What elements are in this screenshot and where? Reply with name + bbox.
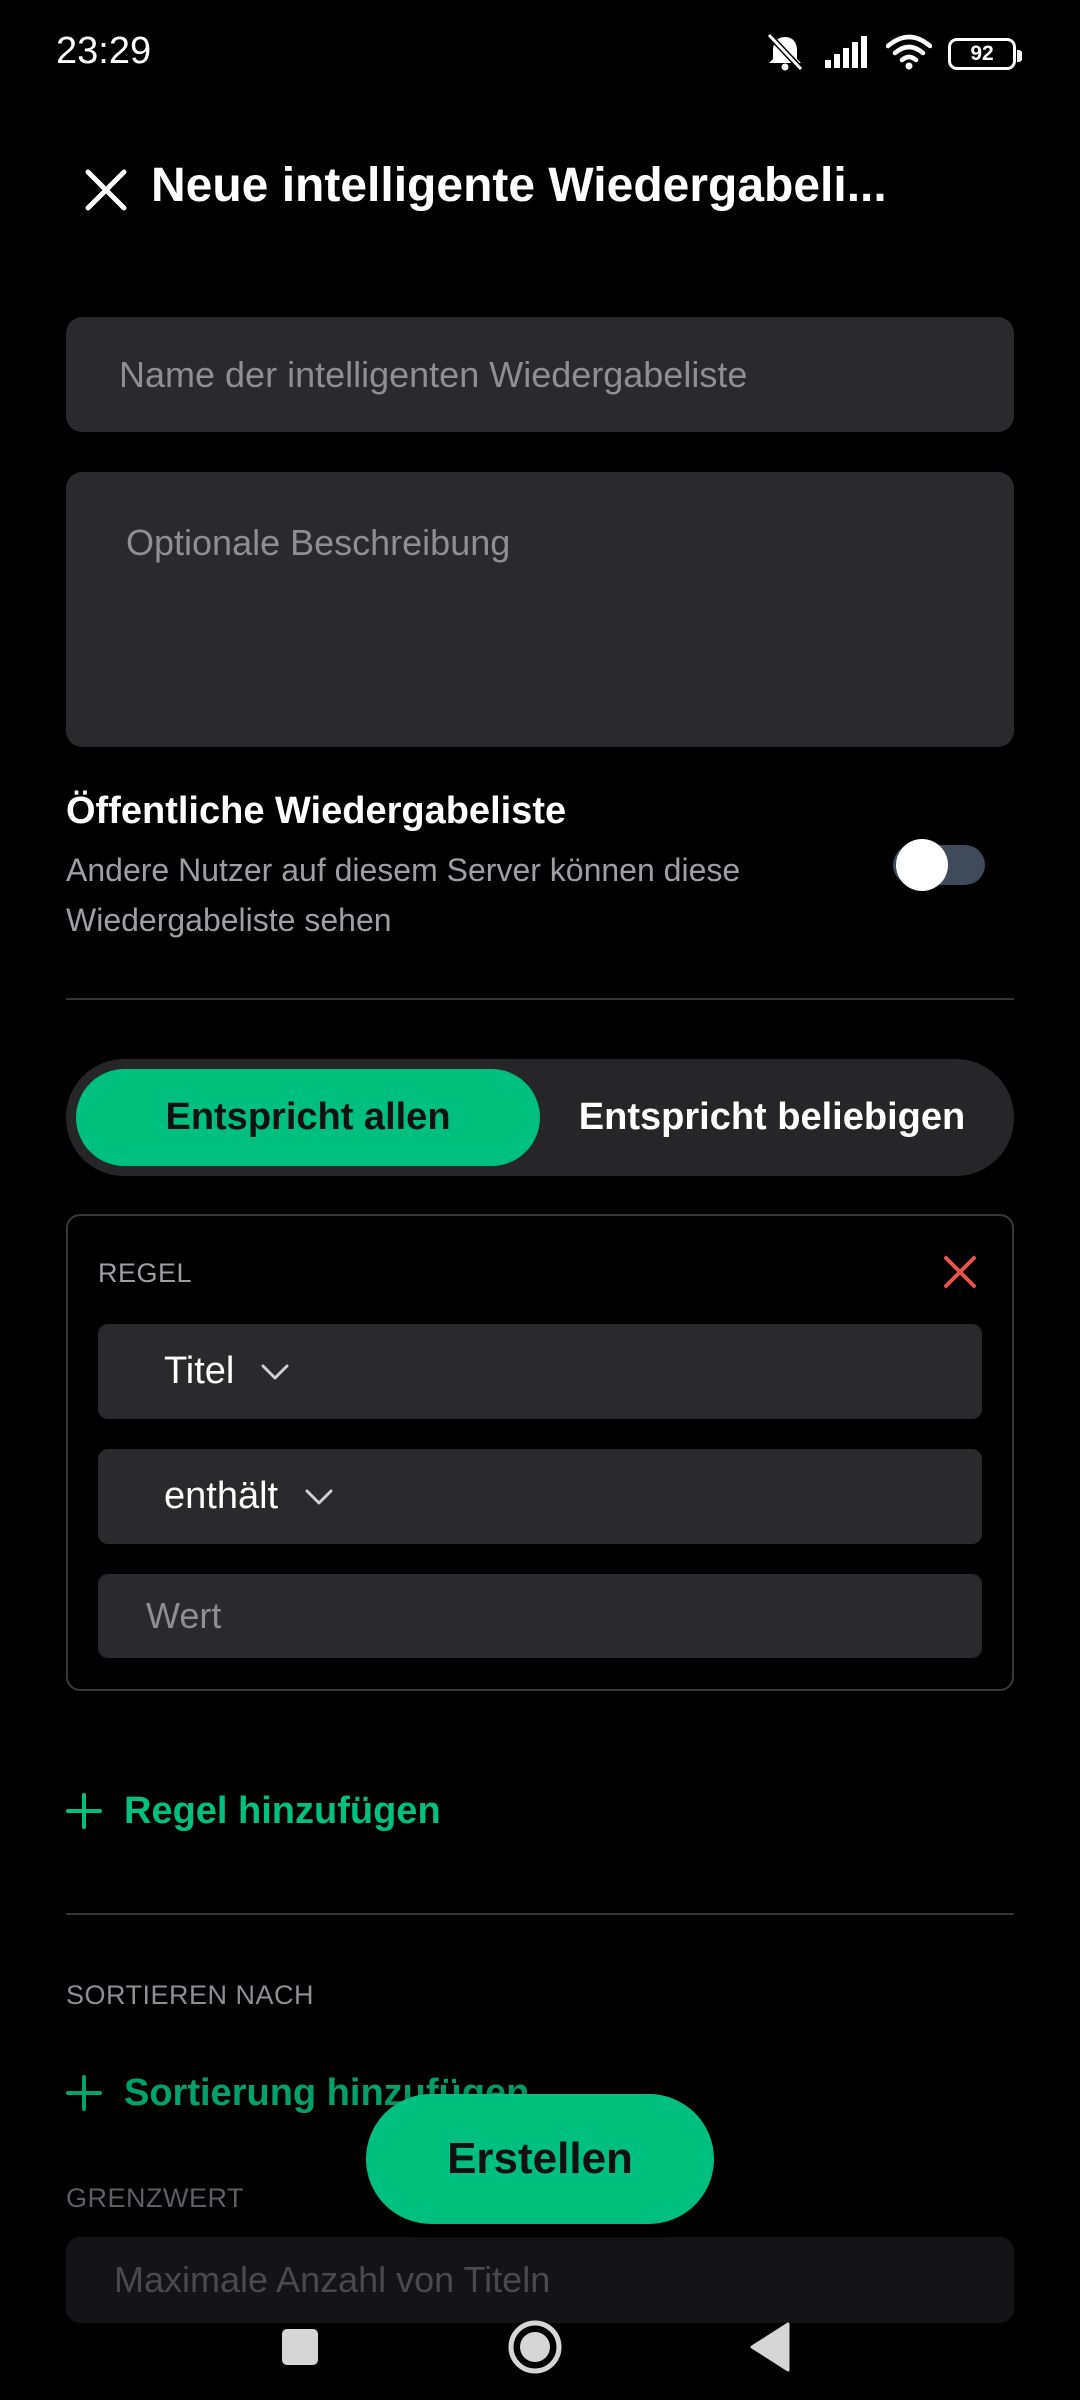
- page-title: Neue intelligente Wiedergabeli...: [151, 159, 887, 212]
- create-button[interactable]: Erstellen: [366, 2094, 714, 2224]
- playlist-name-field[interactable]: [66, 317, 1014, 432]
- status-bar: 23:29 92: [0, 0, 1080, 110]
- chevron-down-icon: [305, 1489, 333, 1504]
- rule-field-dropdown[interactable]: Titel: [98, 1324, 982, 1419]
- description-field[interactable]: [66, 472, 1014, 747]
- signal-icon: [824, 35, 870, 73]
- top-app-bar: Neue intelligente Wiedergabeli...: [0, 140, 1080, 230]
- status-time: 23:29: [56, 30, 152, 72]
- remove-rule-button[interactable]: [938, 1250, 982, 1294]
- chevron-down-icon: [261, 1364, 289, 1379]
- rule-card: REGEL Titel enthält: [66, 1214, 1014, 1691]
- rule-operator-value: enthält: [164, 1475, 279, 1517]
- close-button[interactable]: [76, 160, 136, 220]
- status-icons: 92: [762, 32, 1022, 77]
- rule-label: REGEL: [98, 1258, 193, 1288]
- toggle-knob: [896, 839, 948, 891]
- divider: [66, 1913, 1014, 1915]
- battery-icon: 92: [948, 38, 1022, 70]
- match-any-option[interactable]: Entspricht beliebigen: [540, 1069, 1004, 1166]
- public-playlist-description: Andere Nutzer auf diesem Server können d…: [66, 852, 741, 938]
- smart-playlist-screen: 23:29 92 Neue intelligente Wiedergabeli.…: [0, 0, 1080, 2400]
- public-playlist-toggle[interactable]: [893, 839, 985, 891]
- add-rule-label: Regel hinzufügen: [124, 1789, 441, 1832]
- home-icon: [508, 2320, 562, 2374]
- battery-level: 92: [970, 42, 994, 65]
- description-input[interactable]: [66, 472, 1014, 747]
- limit-section-label: GRENZWERT: [66, 2183, 244, 2213]
- recents-button[interactable]: [265, 2312, 335, 2382]
- close-icon: [85, 169, 127, 211]
- match-mode-segmented-control: Entspricht allen Entspricht beliebigen: [66, 1059, 1014, 1176]
- match-all-option[interactable]: Entspricht allen: [76, 1069, 540, 1166]
- close-icon: [944, 1256, 976, 1288]
- public-playlist-title: Öffentliche Wiedergabeliste: [66, 790, 567, 832]
- wifi-icon: [885, 34, 933, 75]
- system-navigation-bar: [0, 2290, 1080, 2400]
- rule-operator-dropdown[interactable]: enthält: [98, 1449, 982, 1544]
- rule-field-value: Titel: [164, 1350, 235, 1392]
- plus-icon: [66, 1793, 102, 1829]
- rule-value-field[interactable]: [98, 1574, 982, 1658]
- muted-bell-icon: [762, 32, 808, 77]
- plus-icon: [66, 2075, 102, 2111]
- sort-section-label: SORTIEREN NACH: [66, 1980, 315, 2010]
- recents-icon: [282, 2329, 318, 2365]
- add-rule-button[interactable]: Regel hinzufügen: [66, 1776, 441, 1846]
- back-icon: [750, 2322, 790, 2372]
- playlist-name-input[interactable]: [66, 317, 1014, 432]
- divider: [66, 998, 1014, 1000]
- home-button[interactable]: [500, 2312, 570, 2382]
- rule-value-input[interactable]: [98, 1574, 982, 1658]
- back-button[interactable]: [735, 2312, 805, 2382]
